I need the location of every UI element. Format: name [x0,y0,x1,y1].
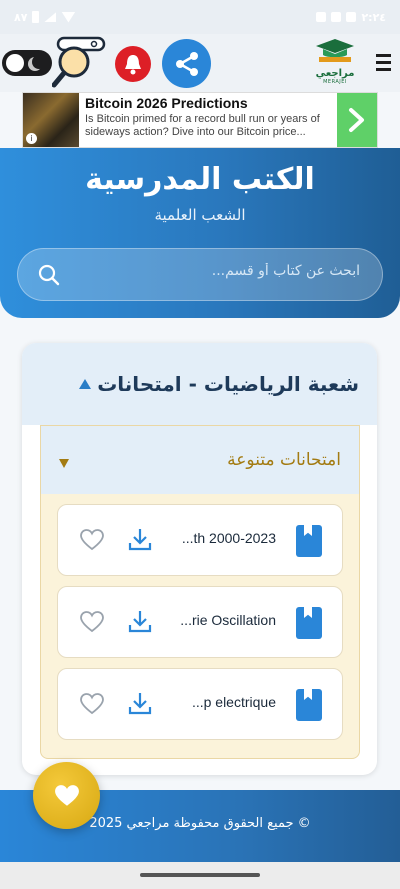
battery-text: ٨٧ [14,10,28,24]
book-icon [296,607,322,639]
file-row[interactable]: ...th 2000-2023 [57,504,343,576]
status-left: ٨٧ [14,10,76,24]
expand-triangle-icon [59,458,69,468]
favorites-button[interactable] [33,762,100,829]
ad-description: Is Bitcoin primed for a record bull run … [85,113,320,138]
notification-icon [316,12,327,22]
section-card: شعبة الرياضيات - امتحانات امتحانات متنوع… [22,343,377,775]
app-logo: مراجعي MERAJEI [310,38,360,90]
notification-icon [331,12,342,22]
wifi-icon [61,11,76,23]
heart-icon[interactable] [80,693,104,715]
heart-icon[interactable] [80,611,104,633]
search-input[interactable] [90,263,360,279]
ad-open-button[interactable] [337,93,377,147]
notifications-button[interactable] [115,46,151,82]
system-nav-bar [0,862,400,889]
ad-title: Bitcoin 2026 Predictions [85,95,248,111]
share-button[interactable] [162,39,211,88]
file-name: ...th 2000-2023 [181,530,276,546]
section-header[interactable]: شعبة الرياضيات - امتحانات [22,343,377,425]
ad-body: Bitcoin 2026 Predictions Is Bitcoin prim… [79,93,337,147]
heart-icon [54,784,79,806]
status-bar: ٨٧ ٢:٢٤ [0,0,400,34]
logo-text: مراجعي [315,68,355,79]
file-name: ...rie Oscillation [180,612,276,628]
hero-section: الكتب المدرسية الشعب العلمية [0,148,400,318]
book-icon [296,525,322,557]
chevron-right-icon [349,108,364,132]
page-subtitle: الشعب العلمية [154,206,246,224]
collapse-triangle-icon [79,379,92,389]
file-name: ...p electrique [191,694,276,710]
info-icon[interactable]: i [26,133,37,144]
heart-icon[interactable] [80,529,104,551]
ad-image: i [23,93,79,147]
toggle-knob [6,54,24,72]
battery-icon [32,11,40,23]
status-right: ٢:٢٤ [316,11,386,24]
section-title: شعبة الرياضيات - امتحانات [97,372,359,396]
subsection-header[interactable]: امتحانات متنوعة [41,426,359,494]
dark-mode-toggle[interactable] [2,50,52,76]
file-row[interactable]: ...p electrique [57,668,343,740]
clock: ٢:٢٤ [361,10,386,24]
share-icon [175,51,198,76]
signal-icon [44,12,57,22]
logo-subtext: MERAJEI [323,79,347,85]
search-icon[interactable] [38,264,60,286]
home-handle[interactable] [140,873,260,877]
search-magnifier-icon[interactable] [52,36,108,90]
menu-icon[interactable] [376,54,391,72]
graduation-cap-icon [316,39,354,62]
ad-banner[interactable]: i Bitcoin 2026 Predictions Is Bitcoin pr… [22,92,378,148]
bell-icon [125,55,141,75]
book-icon [296,689,322,721]
app-header: مراجعي MERAJEI [0,34,400,92]
whatsapp-icon [346,12,357,22]
moon-icon [32,55,46,69]
subsection-panel: امتحانات متنوعة ...th 2000-2023 ...rie O… [40,425,360,759]
search-bar[interactable] [17,248,383,301]
subsection-title: امتحانات متنوعة [227,450,341,470]
page-title: الكتب المدرسية [85,162,315,197]
file-row[interactable]: ...rie Oscillation [57,586,343,658]
